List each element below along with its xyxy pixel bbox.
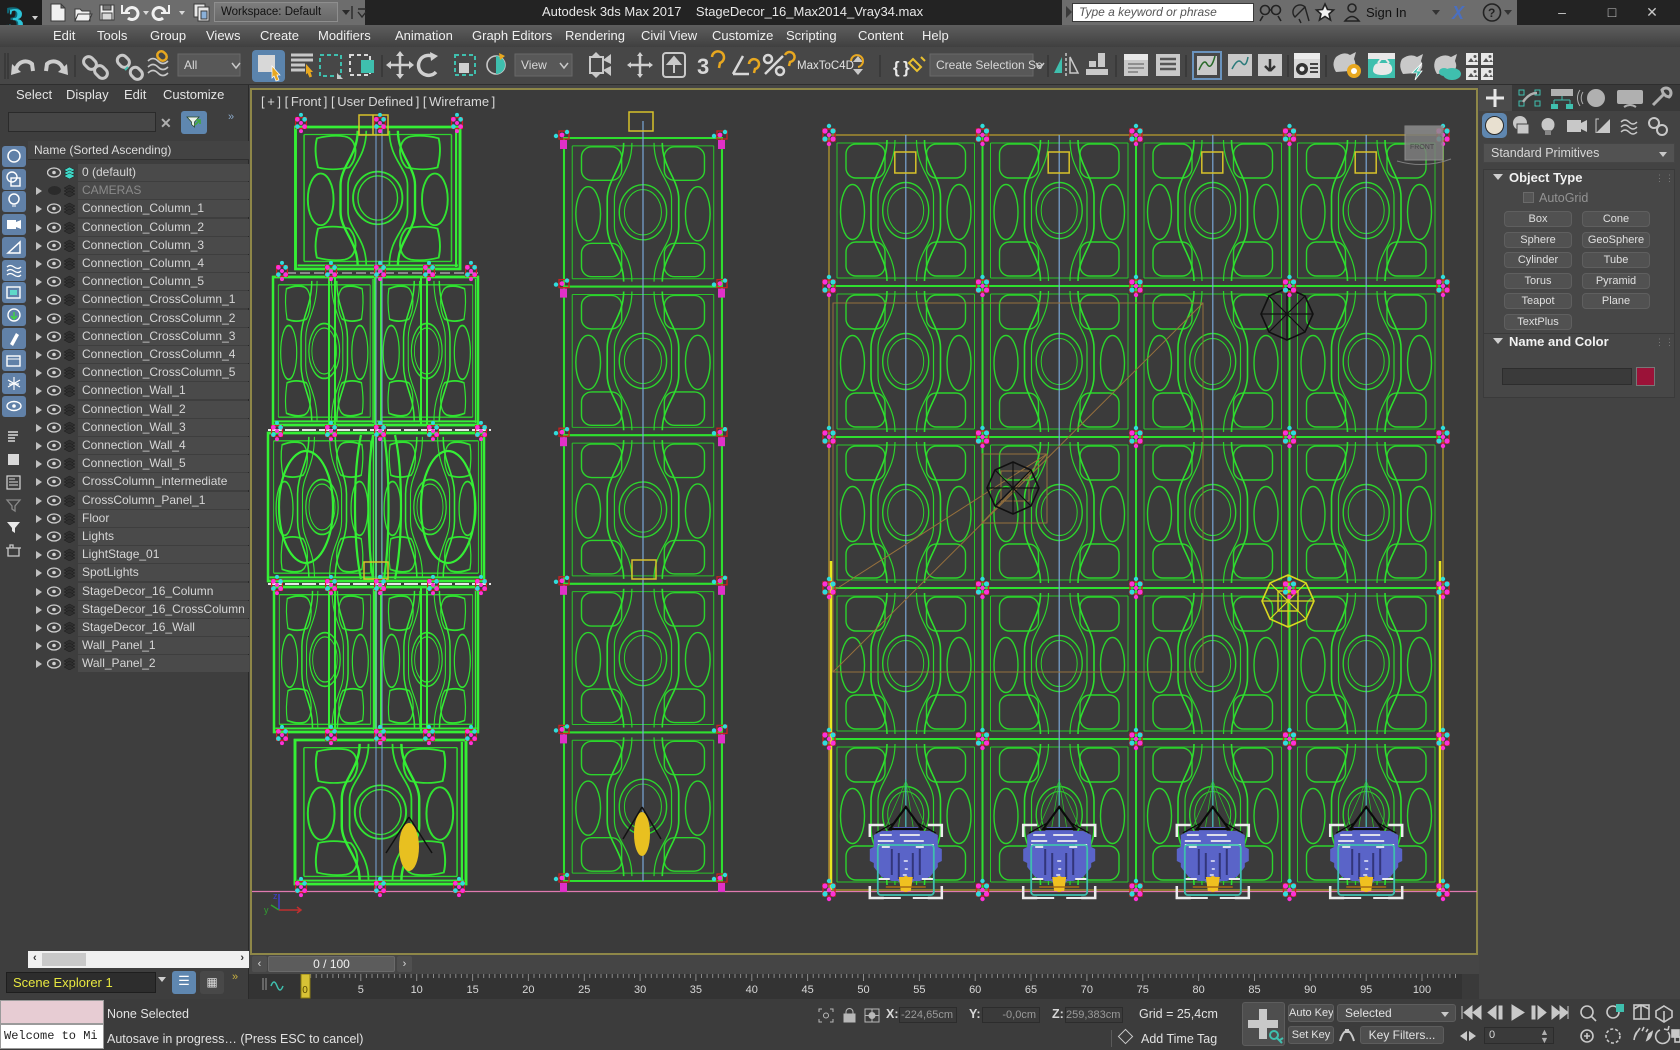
svg-text:80: 80 <box>1192 984 1204 996</box>
svg-text:55: 55 <box>913 984 925 996</box>
svg-text:20: 20 <box>522 984 534 996</box>
svg-text:60: 60 <box>969 984 981 996</box>
svg-text:MaxToC4D: MaxToC4D <box>797 60 854 72</box>
svg-text:{ }: { } <box>893 58 910 77</box>
svg-text:All: All <box>184 58 197 72</box>
svg-text:15: 15 <box>466 984 478 996</box>
svg-text:FRONT: FRONT <box>1410 144 1435 151</box>
svg-text:70: 70 <box>1081 984 1093 996</box>
svg-text:50: 50 <box>857 984 869 996</box>
svg-text:65: 65 <box>1025 984 1037 996</box>
svg-text:3: 3 <box>697 54 709 79</box>
svg-text:y: y <box>264 905 269 915</box>
svg-text:Sign In: Sign In <box>1366 5 1406 20</box>
svg-text:25: 25 <box>578 984 590 996</box>
svg-text:90: 90 <box>1304 984 1316 996</box>
svg-text:95: 95 <box>1360 984 1372 996</box>
svg-text:X: X <box>1451 3 1465 23</box>
svg-text:30: 30 <box>634 984 646 996</box>
svg-text:45: 45 <box>801 984 813 996</box>
svg-text:40: 40 <box>746 984 758 996</box>
svg-text:35: 35 <box>690 984 702 996</box>
svg-text:Create Selection Se: Create Selection Se <box>936 58 1043 72</box>
svg-text:z: z <box>273 891 278 901</box>
svg-text:100: 100 <box>1413 984 1431 996</box>
svg-text:?: ? <box>1488 6 1495 20</box>
svg-text:View: View <box>521 58 547 72</box>
svg-text:5: 5 <box>358 984 364 996</box>
svg-text:10: 10 <box>411 984 423 996</box>
svg-text:85: 85 <box>1248 984 1260 996</box>
svg-text:0: 0 <box>302 985 308 996</box>
svg-text:75: 75 <box>1137 984 1149 996</box>
